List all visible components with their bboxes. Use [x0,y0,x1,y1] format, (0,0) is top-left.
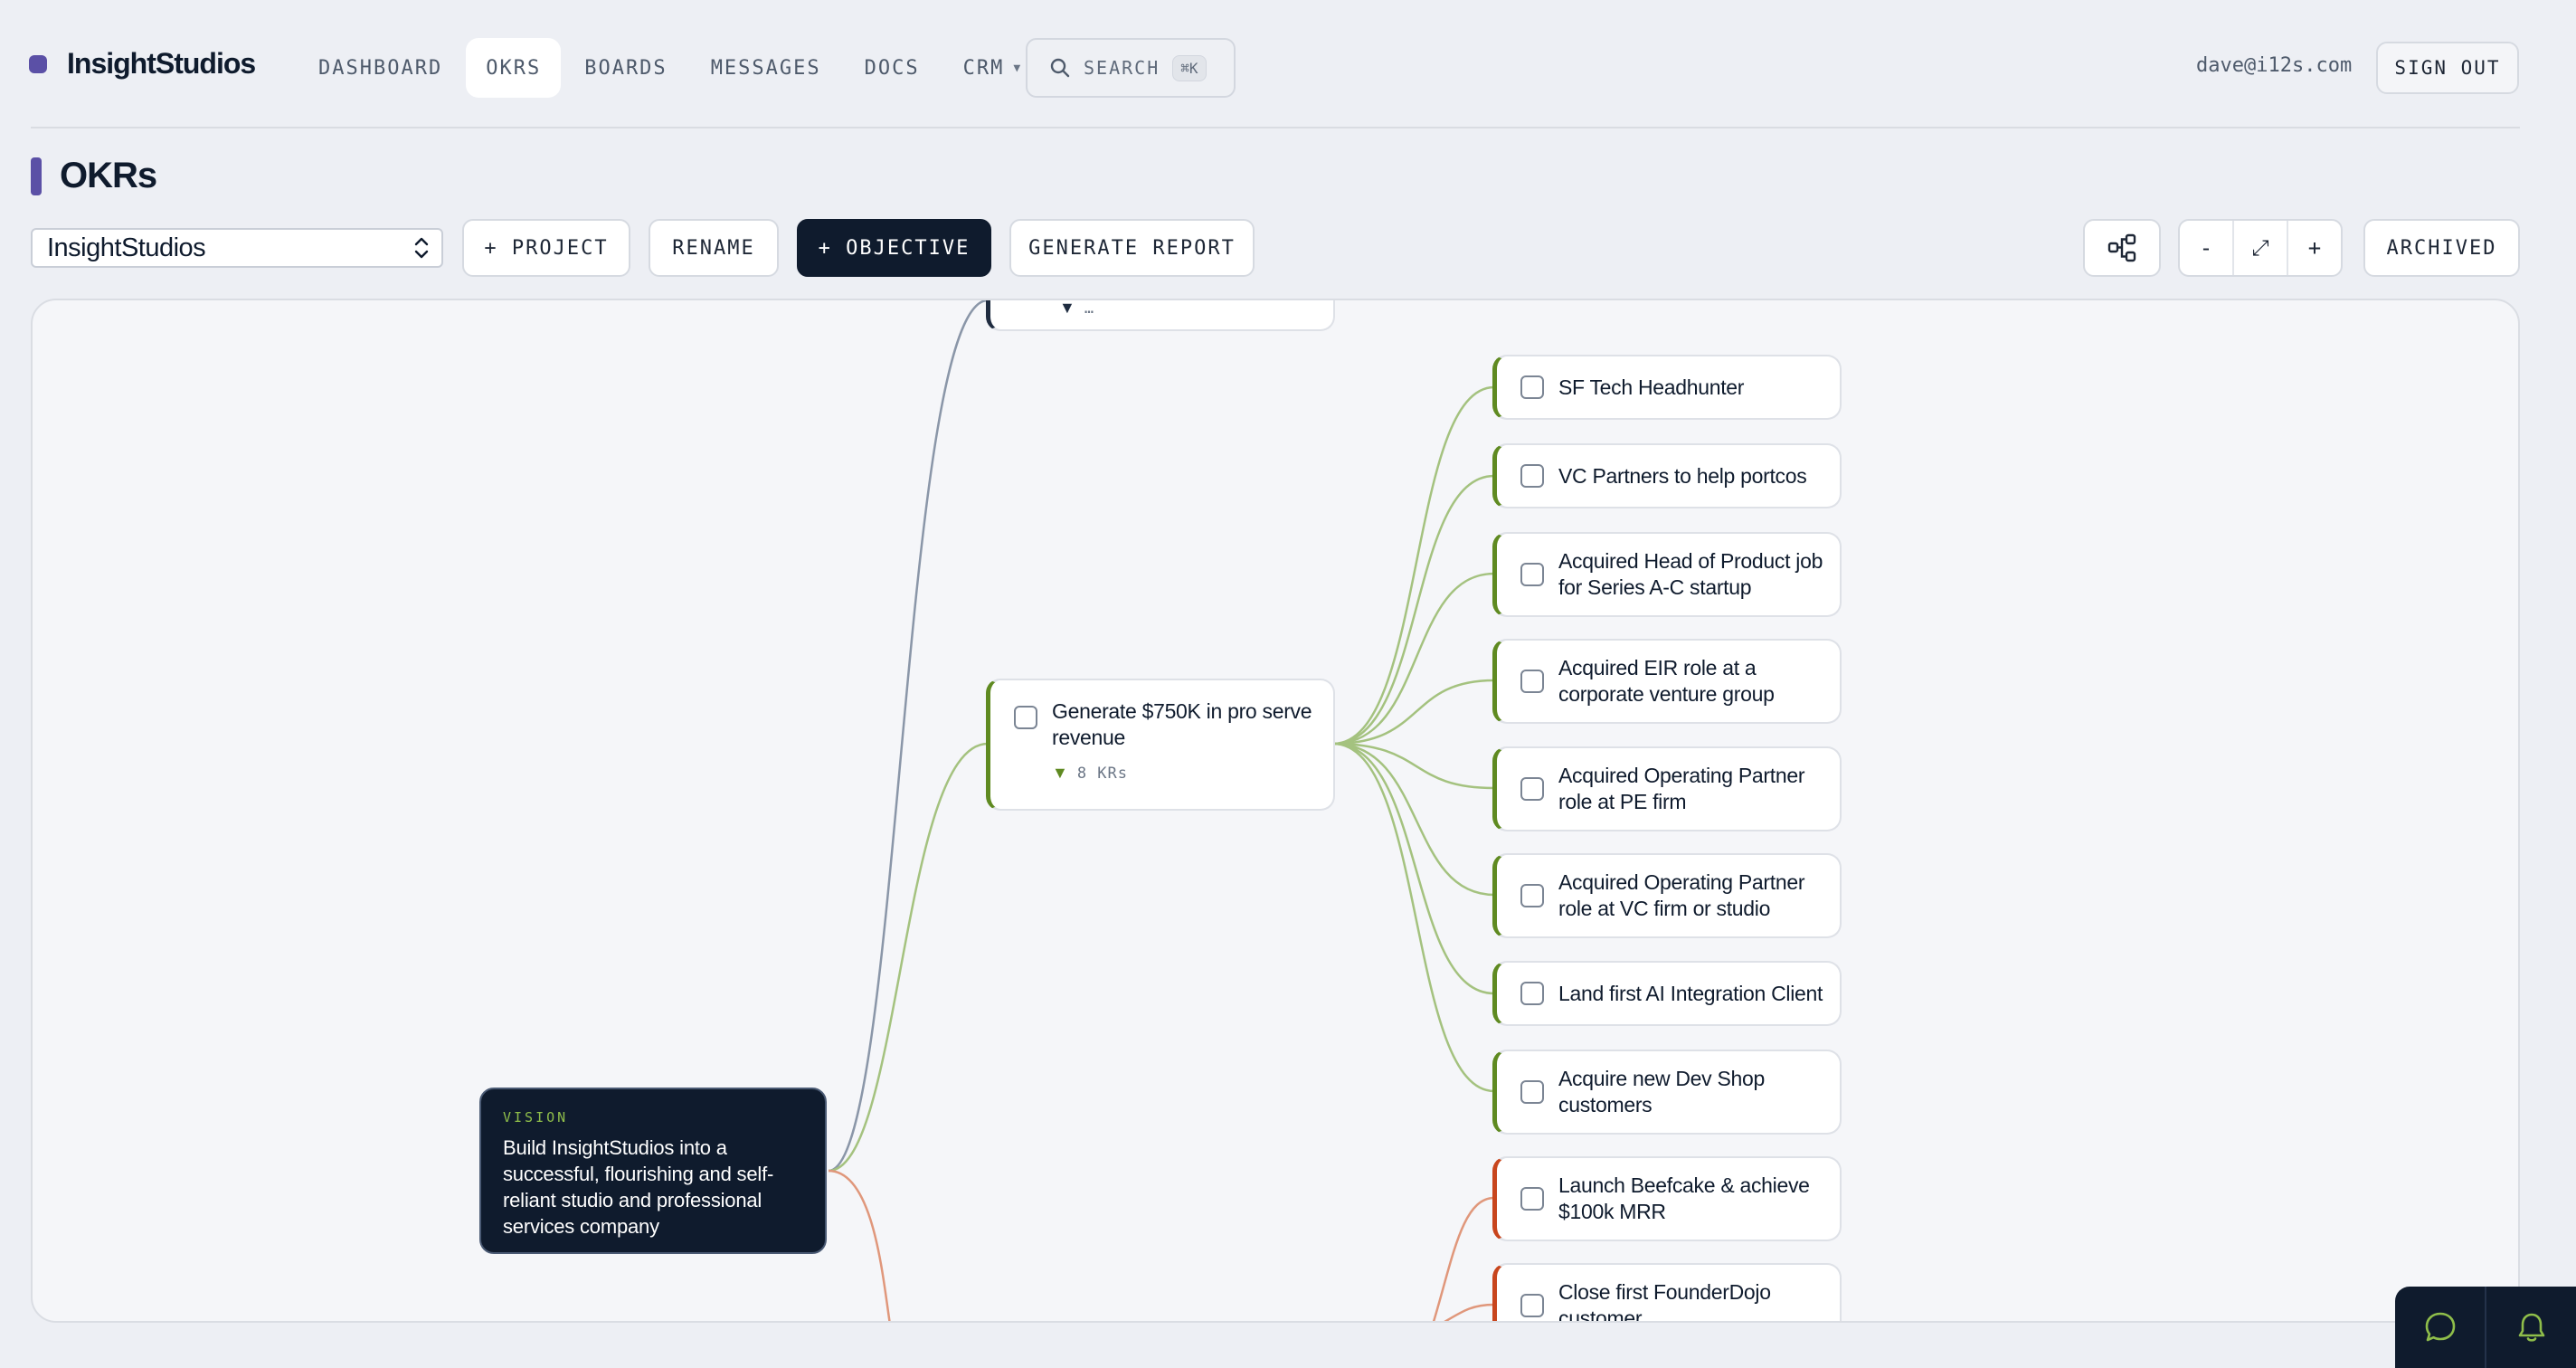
key-result-text: Acquired Operating Partner role at VC fi… [1558,870,1805,920]
objective-checkbox[interactable] [1014,706,1037,729]
nav-item-docs[interactable]: DOCS [845,38,940,98]
key-result-card[interactable]: Acquired EIR role at a corporate venture… [1492,639,1842,724]
collapse-caret-icon: ▼ [1059,299,1075,317]
kr-count: ▼ … [1059,299,1095,318]
page-header: OKRs [31,156,157,196]
key-result-checkbox[interactable] [1520,464,1544,488]
rename-button[interactable]: RENAME [649,219,779,277]
select-updown-icon [414,237,429,259]
key-result-text: Acquired Head of Product job for Series … [1558,549,1823,599]
bottom-dock [2395,1287,2576,1368]
objective-card-top[interactable]: ▼ … [986,299,1335,331]
collapse-caret-icon: ▼ [1052,764,1068,782]
key-result-checkbox[interactable] [1520,563,1544,586]
brand[interactable]: InsightStudios [29,47,256,81]
nav-item-okrs[interactable]: OKRS [466,38,562,98]
kr-count[interactable]: ▼ 8 KRs [1052,764,1314,783]
vision-card[interactable]: VISION Build InsightStudios into a succe… [479,1088,827,1254]
search-button[interactable]: SEARCH ⌘K [1026,38,1236,98]
key-result-text: VC Partners to help portcos [1558,463,1807,488]
zoom-fit-button[interactable]: ⤢ [2234,221,2288,275]
key-result-text: Acquired EIR role at a corporate venture… [1558,656,1775,706]
chat-button[interactable] [2395,1287,2486,1368]
key-result-text: Launch Beefcake & achieve $100k MRR [1558,1173,1810,1223]
edge-kr-3 [1332,572,1495,746]
key-result-text: Close first FounderDojo customer [1558,1280,1771,1323]
project-select[interactable]: InsightStudios [31,228,443,268]
okr-tree-canvas[interactable]: ▼ … Generate $750K in pro serve revenue … [31,299,2520,1323]
key-result-checkbox[interactable] [1520,375,1544,399]
key-result-checkbox[interactable] [1520,777,1544,801]
key-result-card[interactable]: Acquire new Dev Shop customers [1492,1050,1842,1135]
key-result-checkbox[interactable] [1520,884,1544,907]
edge-kr-8 [1332,742,1495,1093]
user-email: dave@i12s.com [2196,54,2353,77]
tree-layout-button[interactable] [2083,219,2161,277]
key-result-card[interactable]: SF Tech Headhunter [1492,355,1842,420]
key-result-card[interactable]: Close first FounderDojo customer [1492,1263,1842,1323]
key-result-checkbox[interactable] [1520,1080,1544,1104]
objective-card-revenue[interactable]: Generate $750K in pro serve revenue ▼ 8 … [986,679,1335,811]
key-result-checkbox[interactable] [1520,670,1544,693]
brand-name: InsightStudios [67,47,256,80]
edge-kr-6 [1332,742,1495,897]
sign-out-button[interactable]: SIGN OUT [2376,42,2519,94]
key-result-text: Acquire new Dev Shop customers [1558,1067,1765,1116]
kr-count-label: 8 KRs [1076,764,1129,783]
key-result-card[interactable]: Land first AI Integration Client [1492,961,1842,1026]
search-label: SEARCH [1084,57,1160,79]
key-result-checkbox[interactable] [1520,1187,1544,1211]
generate-report-button[interactable]: GENERATE REPORT [1009,219,1255,277]
vision-tag: VISION [503,1109,569,1126]
tree-layout-icon [2107,233,2136,262]
key-result-text: Acquired Operating Partner role at PE fi… [1558,764,1805,813]
kr-count-label: … [1084,299,1095,318]
key-result-checkbox[interactable] [1520,1294,1544,1317]
archived-button[interactable]: ARCHIVED [2363,219,2520,277]
page-title: OKRs [60,156,157,195]
search-icon [1050,58,1070,78]
zoom-out-button[interactable]: - [2180,221,2234,275]
zoom-in-button[interactable]: + [2288,221,2341,275]
nav-item-messages[interactable]: MESSAGES [691,38,841,98]
vision-text: Build InsightStudios into a successful, … [503,1136,774,1238]
brand-logo-icon [29,54,47,73]
edge-kr-7 [1332,742,1495,995]
add-objective-button[interactable]: + OBJECTIVE [797,219,991,277]
project-select-value: InsightStudios [47,233,206,262]
key-result-card[interactable]: Acquired Operating Partner role at VC fi… [1492,853,1842,938]
key-result-card[interactable]: Launch Beefcake & achieve $100k MRR [1492,1156,1842,1241]
bell-icon [2518,1313,2544,1342]
title-accent-bar [31,157,42,195]
edge-kr-1 [1332,385,1495,746]
edge-kr-10 [1444,1303,1495,1321]
chat-bubble-icon [2425,1312,2455,1342]
edge-vision-revenue-objective [828,742,989,1173]
header-divider [31,127,2520,128]
edge-vision-bottom-objective [828,1169,891,1321]
key-result-card[interactable]: Acquired Operating Partner role at PE fi… [1492,746,1842,831]
main-nav: DASHBOARD OKRS BOARDS MESSAGES DOCS CRM … [298,38,1046,98]
key-result-checkbox[interactable] [1520,982,1544,1005]
search-shortcut: ⌘K [1172,54,1207,81]
zoom-controls: - ⤢ + [2178,219,2343,277]
key-result-text: SF Tech Headhunter [1558,375,1745,399]
notifications-button[interactable] [2486,1287,2576,1368]
key-result-card[interactable]: Acquired Head of Product job for Series … [1492,532,1842,617]
edge-vision-top-objective [828,300,989,1173]
top-navigation: InsightStudios DASHBOARD OKRS BOARDS MES… [0,0,2576,128]
key-result-text: Land first AI Integration Client [1558,981,1823,1005]
nav-item-boards[interactable]: BOARDS [564,38,687,98]
nav-item-crm-label: CRM [962,56,1005,80]
caret-down-icon: ▼ [1013,61,1023,75]
nav-item-dashboard[interactable]: DASHBOARD [298,38,462,98]
tree-connectors [828,300,1495,1321]
objective-title: Generate $750K in pro serve revenue [1052,699,1312,749]
key-result-card[interactable]: VC Partners to help portcos [1492,443,1842,508]
add-project-button[interactable]: + PROJECT [462,219,630,277]
edge-kr-2 [1332,474,1495,746]
